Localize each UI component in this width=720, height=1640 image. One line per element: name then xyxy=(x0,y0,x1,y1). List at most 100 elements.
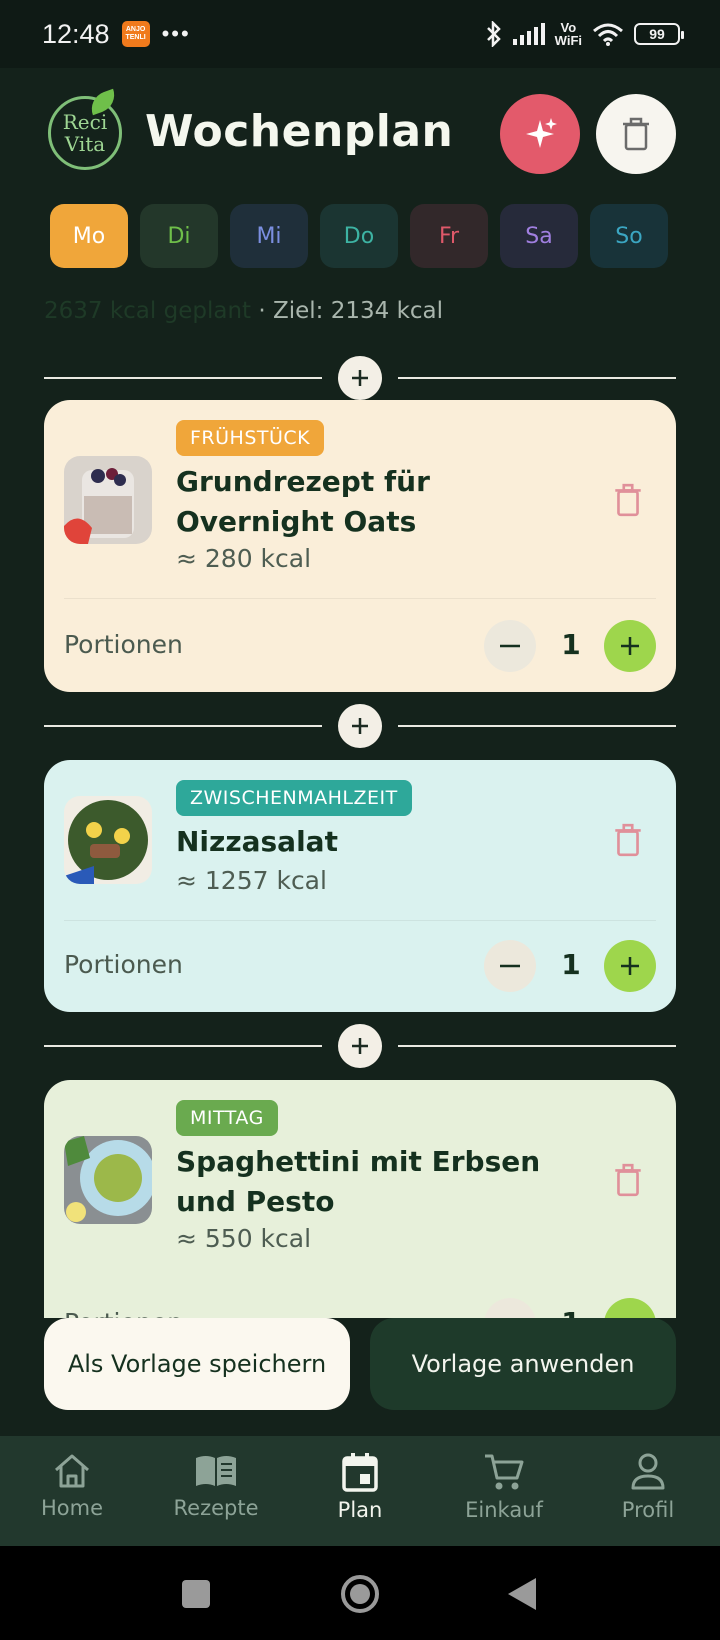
plus-icon xyxy=(621,957,639,975)
meal-image-overnight-oats xyxy=(64,456,152,544)
bluetooth-icon xyxy=(486,21,501,47)
day-selector: Mo Di Mi Do Fr Sa So xyxy=(50,204,668,268)
meal-type-label: FRÜHSTÜCK xyxy=(190,427,311,449)
add-meal-button[interactable] xyxy=(338,356,382,400)
logo-text-top: Reci xyxy=(62,110,108,134)
minus-icon xyxy=(500,644,520,648)
insert-divider xyxy=(44,1024,676,1068)
meal-image-nizzasalat xyxy=(64,796,152,884)
book-icon xyxy=(196,1456,236,1486)
insert-divider xyxy=(44,356,676,400)
day-tab-mo[interactable]: Mo xyxy=(50,204,128,268)
nav-einkauf[interactable]: Einkauf xyxy=(432,1436,576,1546)
nav-home[interactable]: Home xyxy=(0,1436,144,1546)
day-label: Sa xyxy=(525,223,553,249)
insert-divider xyxy=(44,704,676,748)
meal-type-tag: MITTAG xyxy=(176,1100,278,1136)
day-tab-di[interactable]: Di xyxy=(140,204,218,268)
battery-icon: 99 xyxy=(634,23,684,45)
recivita-logo: Reci Vita xyxy=(48,88,122,170)
meal-title[interactable]: Grundrezept für Overnight Oats xyxy=(176,462,576,542)
trash-icon xyxy=(615,483,641,517)
home-button[interactable] xyxy=(341,1575,379,1613)
app-notification-icon: ANJO TENLI xyxy=(121,21,150,47)
bottom-navigation: Home Rezepte Plan Einkauf Profil xyxy=(0,1436,720,1546)
add-meal-button[interactable] xyxy=(338,704,382,748)
portions-label: Portionen xyxy=(64,950,183,979)
remove-meal-button[interactable] xyxy=(612,1162,644,1198)
meal-kcal: ≈ 1257 kcal xyxy=(176,866,327,895)
logo-text-bottom: Vita xyxy=(64,132,106,156)
nav-label: Einkauf xyxy=(465,1498,543,1522)
remove-meal-button[interactable] xyxy=(612,822,644,858)
page-title: Wochenplan xyxy=(145,106,454,157)
nav-rezepte[interactable]: Rezepte xyxy=(144,1436,288,1546)
day-label: Do xyxy=(343,223,375,249)
save-template-button[interactable]: Als Vorlage speichern xyxy=(44,1318,350,1410)
meal-kcal: ≈ 280 kcal xyxy=(176,544,312,573)
apply-template-label: Vorlage anwenden xyxy=(411,1350,635,1378)
back-button[interactable] xyxy=(508,1578,536,1610)
nav-label: Rezepte xyxy=(173,1496,259,1520)
nav-label: Home xyxy=(40,1496,103,1520)
plus-icon xyxy=(621,637,639,655)
day-label: So xyxy=(615,223,643,249)
calendar-icon xyxy=(342,1453,378,1492)
increase-portions-button[interactable] xyxy=(604,620,656,672)
ai-generate-button[interactable] xyxy=(500,94,580,174)
nav-profil[interactable]: Profil xyxy=(576,1436,720,1546)
decrease-portions-button[interactable] xyxy=(484,620,536,672)
meal-card-breakfast[interactable]: FRÜHSTÜCK Grundrezept für Overnight Oats… xyxy=(44,400,676,692)
day-tab-sa[interactable]: Sa xyxy=(500,204,578,268)
meal-type-tag: FRÜHSTÜCK xyxy=(176,420,325,456)
day-tab-do[interactable]: Do xyxy=(320,204,398,268)
signal-icon xyxy=(512,23,545,45)
planned-kcal: 2637 kcal geplant xyxy=(44,298,252,324)
meal-kcal: ≈ 550 kcal xyxy=(176,1224,312,1253)
wifi-icon xyxy=(593,23,623,46)
increase-portions-button[interactable] xyxy=(604,940,656,992)
minus-icon xyxy=(500,964,520,968)
meal-title[interactable]: Nizzasalat xyxy=(176,822,576,862)
page-header: Reci Vita Wochenplan xyxy=(0,88,720,184)
recents-button[interactable] xyxy=(182,1580,210,1608)
portions-label: Portionen xyxy=(64,630,183,659)
save-template-label: Als Vorlage speichern xyxy=(67,1350,327,1378)
trash-icon xyxy=(615,823,641,857)
portions-value: 1 xyxy=(561,628,581,661)
plus-icon xyxy=(352,370,368,386)
nav-label: Plan xyxy=(337,1498,383,1522)
clear-plan-button[interactable] xyxy=(596,94,676,174)
add-meal-button[interactable] xyxy=(338,1024,382,1068)
sparkle-icon xyxy=(526,118,557,148)
meal-type-tag: ZWISCHENMAHLZEIT xyxy=(176,780,412,816)
meal-card-snack[interactable]: ZWISCHENMAHLZEIT Nizzasalat ≈ 1257 kcal … xyxy=(44,760,676,1012)
vowifi-label: Vo WiFi xyxy=(554,20,582,48)
day-tab-mi[interactable]: Mi xyxy=(230,204,308,268)
meal-title[interactable]: Spaghettini mit Erbsen und Pesto xyxy=(176,1142,596,1222)
plus-icon xyxy=(352,1038,368,1054)
person-icon xyxy=(631,1453,665,1490)
day-tab-so[interactable]: So xyxy=(590,204,668,268)
trash-icon xyxy=(623,117,649,151)
nav-plan[interactable]: Plan xyxy=(288,1436,432,1546)
status-bar: 12:48 ANJO TENLI ••• Vo WiFi 99 xyxy=(0,0,720,68)
day-label: Di xyxy=(167,223,191,249)
goal-kcal: · Ziel: 2134 kcal xyxy=(251,298,444,324)
status-dots: ••• xyxy=(161,21,191,46)
day-label: Fr xyxy=(438,223,460,249)
trash-icon xyxy=(615,1163,641,1197)
home-icon xyxy=(55,1454,89,1488)
meal-type-label: ZWISCHENMAHLZEIT xyxy=(190,787,398,809)
day-tab-fr[interactable]: Fr xyxy=(410,204,488,268)
apply-template-button[interactable]: Vorlage anwenden xyxy=(370,1318,676,1410)
calorie-summary: 2637 kcal geplant · Ziel: 2134 kcal xyxy=(44,298,443,324)
portions-value: 1 xyxy=(561,948,581,981)
status-time: 12:48 xyxy=(42,18,110,49)
day-label: Mo xyxy=(72,223,106,249)
decrease-portions-button[interactable] xyxy=(484,940,536,992)
plus-icon xyxy=(352,718,368,734)
battery-level: 99 xyxy=(649,26,665,42)
meal-image-spaghettini xyxy=(64,1136,152,1224)
remove-meal-button[interactable] xyxy=(612,482,644,518)
